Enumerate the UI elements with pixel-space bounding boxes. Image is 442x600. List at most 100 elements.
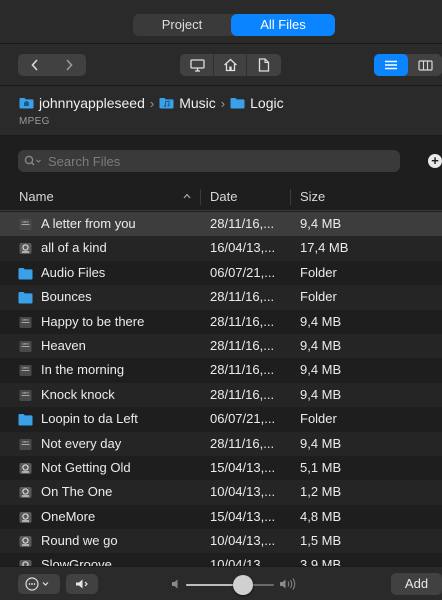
table-row[interactable]: SlowGroove 10/04/13,... 3,9 MB	[0, 553, 442, 566]
breadcrumb-separator: ›	[149, 95, 155, 111]
add-filter-button[interactable]: +	[428, 154, 442, 168]
path-bar: johnnyappleseed › Music › Logic MPEG	[0, 86, 442, 136]
column-divider[interactable]	[290, 189, 291, 205]
desktop-icon	[189, 58, 205, 72]
svg-text:MP3: MP3	[22, 220, 28, 224]
table-row[interactable]: Loopin to da Left 06/07/21,... Folder	[0, 407, 442, 431]
table-row[interactable]: all of a kind 16/04/13,... 17,4 MB	[0, 236, 442, 261]
file-type-filter-label: MPEG	[19, 116, 50, 127]
add-button[interactable]: Add	[391, 573, 442, 595]
file-size: 9,4 MB	[300, 362, 342, 378]
file-date: 28/11/16,...	[210, 362, 275, 378]
logic-project-icon	[18, 511, 33, 524]
file-size: Folder	[300, 411, 337, 427]
svg-text:MP3: MP3	[22, 391, 28, 395]
file-size: 9,4 MB	[300, 386, 342, 402]
file-list: MP3 A letter from you 28/11/16,... 9,4 MB al…	[0, 212, 442, 566]
table-row[interactable]: MP3 Not every day 28/11/16,... 9,4 MB	[0, 431, 442, 456]
back-button[interactable]	[18, 54, 52, 76]
file-name: Heaven	[41, 337, 86, 353]
svg-text:MP3: MP3	[22, 342, 28, 346]
documents-button[interactable]	[247, 54, 280, 76]
table-row[interactable]: MP3 Knock knock 28/11/16,... 9,4 MB	[0, 382, 442, 408]
speaker-icon	[76, 579, 88, 589]
folder-icon	[18, 267, 33, 280]
column-divider[interactable]	[200, 189, 201, 205]
crumb-music[interactable]: Music	[159, 95, 216, 111]
table-row[interactable]: MP3 Heaven 28/11/16,... 9,4 MB	[0, 333, 442, 359]
file-size: 9,4 MB	[300, 313, 342, 329]
view-mode-buttons	[374, 54, 442, 76]
home-button[interactable]	[214, 54, 247, 76]
column-view-button[interactable]	[408, 54, 442, 76]
folder-icon	[18, 291, 33, 304]
file-date: 15/04/13,...	[210, 508, 276, 524]
logic-project-icon	[18, 486, 33, 499]
file-table: Name Date Size MP3 A letter from you 28/11…	[0, 183, 442, 566]
chevron-right-icon	[66, 59, 73, 71]
table-row[interactable]: MP3 A letter from you 28/11/16,... 9,4 MB	[0, 212, 442, 237]
search-icon	[24, 155, 41, 166]
file-size: 9,4 MB	[300, 216, 342, 231]
browser-header: Project All Files	[0, 0, 442, 44]
file-name: In the morning	[41, 362, 125, 378]
audio-file-icon: MP3	[18, 389, 33, 402]
file-size: 9,4 MB	[300, 435, 342, 451]
column-header-name[interactable]: Name	[19, 183, 54, 211]
logic-project-icon	[18, 462, 33, 475]
home-folder-icon	[19, 98, 34, 109]
file-date: 15/04/13,...	[210, 459, 276, 475]
tab-all-files[interactable]: All Files	[231, 14, 335, 36]
table-row[interactable]: MP3 Happy to be there 28/11/16,... 9,4 MB	[0, 310, 442, 334]
plus-icon: +	[431, 153, 439, 168]
file-name: Happy to be there	[41, 313, 145, 329]
file-size: 1,2 MB	[300, 484, 342, 500]
table-row[interactable]: OneMore 15/04/13,... 4,8 MB	[0, 505, 442, 529]
column-header-date[interactable]: Date	[210, 183, 237, 211]
column-view-icon	[417, 59, 433, 71]
home-icon	[223, 58, 237, 72]
file-size: 17,4 MB	[300, 240, 349, 256]
audio-file-icon: MP3	[18, 316, 33, 329]
file-size: Folder	[300, 264, 337, 280]
volume-slider-knob[interactable]	[233, 575, 254, 595]
crumb-logic[interactable]: Logic	[230, 95, 284, 111]
table-row[interactable]: MP3 In the morning 28/11/16,... 9,4 MB	[0, 358, 442, 382]
sort-ascending-icon[interactable]	[183, 193, 191, 199]
table-row[interactable]: Round we go 10/04/13,... 1,5 MB	[0, 529, 442, 554]
table-row[interactable]: On The One 10/04/13,... 1,2 MB	[0, 480, 442, 505]
file-size: 4,8 MB	[300, 508, 342, 524]
tab-project[interactable]: Project	[133, 14, 231, 36]
file-size: 1,5 MB	[300, 533, 342, 549]
file-date: 10/04/13,...	[210, 557, 276, 566]
preview-play-button[interactable]	[66, 574, 98, 594]
file-date: 06/07/21,...	[210, 264, 276, 280]
forward-button[interactable]	[52, 54, 86, 76]
file-date: 28/11/16,...	[210, 216, 275, 231]
file-date: 28/11/16,...	[210, 313, 275, 329]
file-name: Bounces	[41, 289, 92, 305]
table-header: Name Date Size	[0, 183, 442, 211]
list-view-button[interactable]	[374, 54, 408, 76]
crumb-home[interactable]: johnnyappleseed	[19, 95, 145, 111]
crumb-label: johnnyappleseed	[39, 95, 145, 111]
file-name: Loopin to da Left	[41, 411, 138, 427]
logic-project-icon	[18, 535, 33, 548]
column-header-size[interactable]: Size	[300, 183, 325, 211]
breadcrumb-separator: ›	[220, 95, 226, 111]
audio-file-icon: MP3	[18, 340, 33, 353]
file-size: 5,1 MB	[300, 459, 342, 475]
audio-file-icon: MP3	[18, 218, 33, 231]
location-buttons	[180, 54, 281, 76]
table-row[interactable]: Not Getting Old 15/04/13,... 5,1 MB	[0, 456, 442, 480]
file-name: Knock knock	[41, 386, 115, 402]
more-actions-button[interactable]	[18, 574, 60, 594]
desktop-button[interactable]	[181, 54, 214, 76]
table-row[interactable]: Audio Files 06/07/21,... Folder	[0, 261, 442, 285]
search-input[interactable]: Search Files	[18, 150, 400, 172]
volume-slider[interactable]	[186, 584, 274, 586]
breadcrumb: johnnyappleseed › Music › Logic	[19, 94, 284, 112]
folder-icon	[230, 98, 245, 109]
svg-text:MP3: MP3	[22, 366, 28, 370]
table-row[interactable]: Bounces 28/11/16,... Folder	[0, 285, 442, 310]
